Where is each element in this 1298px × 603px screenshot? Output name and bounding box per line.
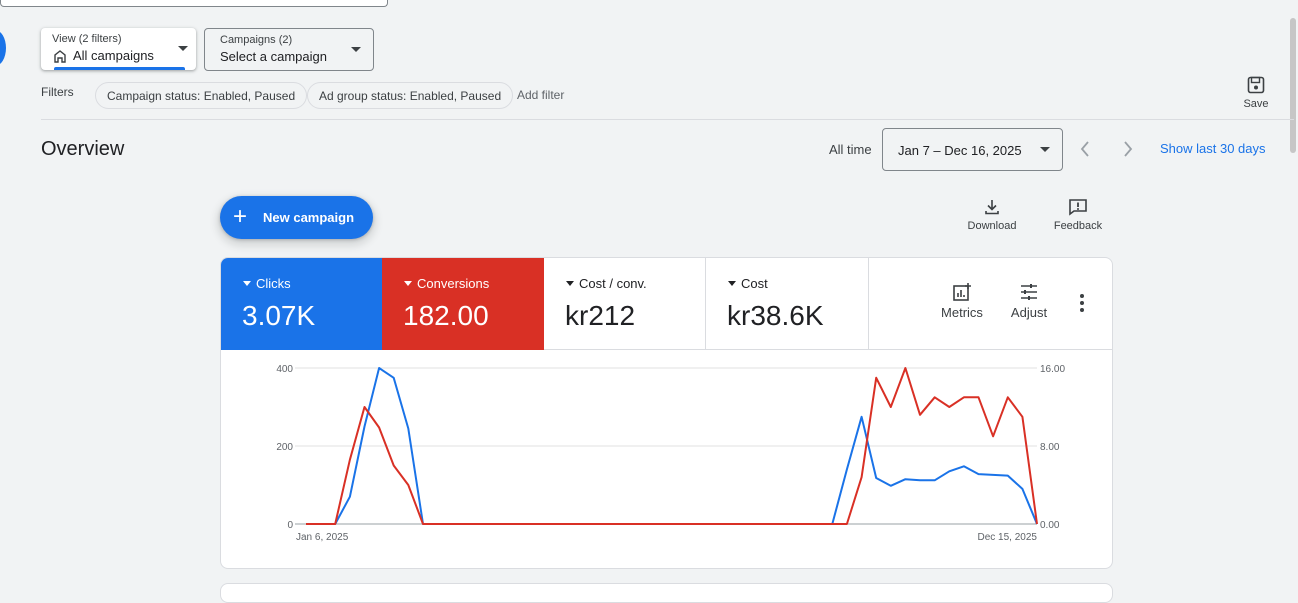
- show-last-30-days-link[interactable]: Show last 30 days: [1160, 141, 1266, 156]
- metric-cost-per-conv[interactable]: Cost / conv. kr212: [544, 258, 706, 350]
- save-button[interactable]: Save: [1238, 76, 1274, 110]
- feedback-icon: [1069, 199, 1087, 216]
- save-label: Save: [1243, 98, 1269, 110]
- metric-tools: Metrics Adjust: [869, 258, 1112, 350]
- metric-label: Clicks: [256, 276, 291, 291]
- x-tick-label-start: Jan 6, 2025: [296, 532, 349, 543]
- top-search-box[interactable]: [0, 0, 388, 7]
- performance-card: Clicks 3.07K Conversions 182.00 Cost / c…: [220, 257, 1113, 569]
- view-selector-label: View (2 filters): [52, 33, 122, 45]
- add-filter-button[interactable]: Add filter: [517, 88, 564, 102]
- metric-cost[interactable]: Cost kr38.6K: [706, 258, 869, 350]
- metrics-button[interactable]: Metrics: [937, 282, 987, 320]
- view-selector-value: All campaigns: [73, 48, 154, 63]
- y-left-tick-label: 400: [276, 364, 293, 375]
- x-tick-label-end: Dec 15, 2025: [978, 532, 1038, 543]
- date-range-value: Jan 7 – Dec 16, 2025: [898, 143, 1022, 158]
- chevron-down-icon: [1040, 147, 1050, 152]
- save-icon: [1247, 76, 1265, 94]
- page-title: Overview: [41, 138, 125, 160]
- chevron-down-icon: [178, 46, 188, 51]
- more-options-icon[interactable]: [1080, 294, 1084, 315]
- scrollbar-thumb[interactable]: [1290, 18, 1296, 153]
- download-icon: [985, 200, 999, 215]
- metric-value: kr212: [565, 300, 636, 331]
- scrollbar[interactable]: [1286, 0, 1298, 594]
- feedback-button[interactable]: Feedback: [1052, 198, 1104, 232]
- metric-label: Cost: [741, 276, 768, 291]
- campaigns-selector-value: Select a campaign: [220, 49, 327, 64]
- date-preset-label: All time: [829, 142, 872, 157]
- filter-chip-ad-group-status[interactable]: Ad group status: Enabled, Paused: [307, 82, 514, 109]
- date-range-picker[interactable]: Jan 7 – Dec 16, 2025: [882, 128, 1063, 171]
- view-active-indicator: [54, 67, 185, 70]
- download-label: Download: [967, 220, 1017, 232]
- home-icon: [54, 50, 66, 63]
- metric-value: 3.07K: [242, 300, 316, 331]
- metric-clicks[interactable]: Clicks 3.07K: [221, 258, 382, 350]
- filter-chip-campaign-status[interactable]: Campaign status: Enabled, Paused: [95, 82, 308, 109]
- y-right-tick-label: 0.00: [1040, 520, 1060, 531]
- add-chart-icon: [953, 283, 971, 301]
- metrics-label: Metrics: [941, 305, 983, 320]
- metric-label: Cost / conv.: [579, 276, 647, 291]
- metric-label: Conversions: [417, 276, 490, 291]
- metric-conversions[interactable]: Conversions 182.00: [382, 258, 544, 350]
- chevron-left-icon[interactable]: [1075, 139, 1095, 159]
- next-card: [220, 583, 1113, 603]
- y-right-tick-label: 16.00: [1040, 364, 1065, 375]
- y-left-tick-label: 0: [287, 520, 293, 531]
- adjust-label: Adjust: [1010, 305, 1048, 320]
- plus-icon: +: [233, 203, 248, 230]
- new-campaign-button[interactable]: + New campaign: [220, 196, 373, 239]
- performance-chart: 0 0.00 200 8.00 400 16.00 Jan 6, 2025 Dec 15, 2…: [276, 364, 1065, 543]
- y-left-tick-label: 200: [276, 442, 293, 453]
- metric-value: 182.00: [403, 300, 489, 331]
- download-button[interactable]: Download: [966, 198, 1018, 232]
- tune-icon: [1021, 284, 1037, 300]
- divider: [41, 119, 1294, 120]
- adjust-button[interactable]: Adjust: [1004, 282, 1054, 320]
- side-nav-button[interactable]: [0, 30, 6, 66]
- new-campaign-label: New campaign: [263, 210, 355, 225]
- chevron-right-icon[interactable]: [1118, 139, 1138, 159]
- view-selector[interactable]: View (2 filters) All campaigns: [41, 28, 196, 70]
- campaigns-selector-label: Campaigns (2): [220, 34, 293, 46]
- metric-value: kr38.6K: [727, 300, 824, 331]
- feedback-label: Feedback: [1053, 220, 1103, 232]
- chevron-down-icon: [351, 47, 361, 52]
- campaigns-selector[interactable]: Campaigns (2) Select a campaign: [204, 28, 374, 71]
- y-right-tick-label: 8.00: [1040, 442, 1060, 453]
- filters-label: Filters: [41, 85, 74, 99]
